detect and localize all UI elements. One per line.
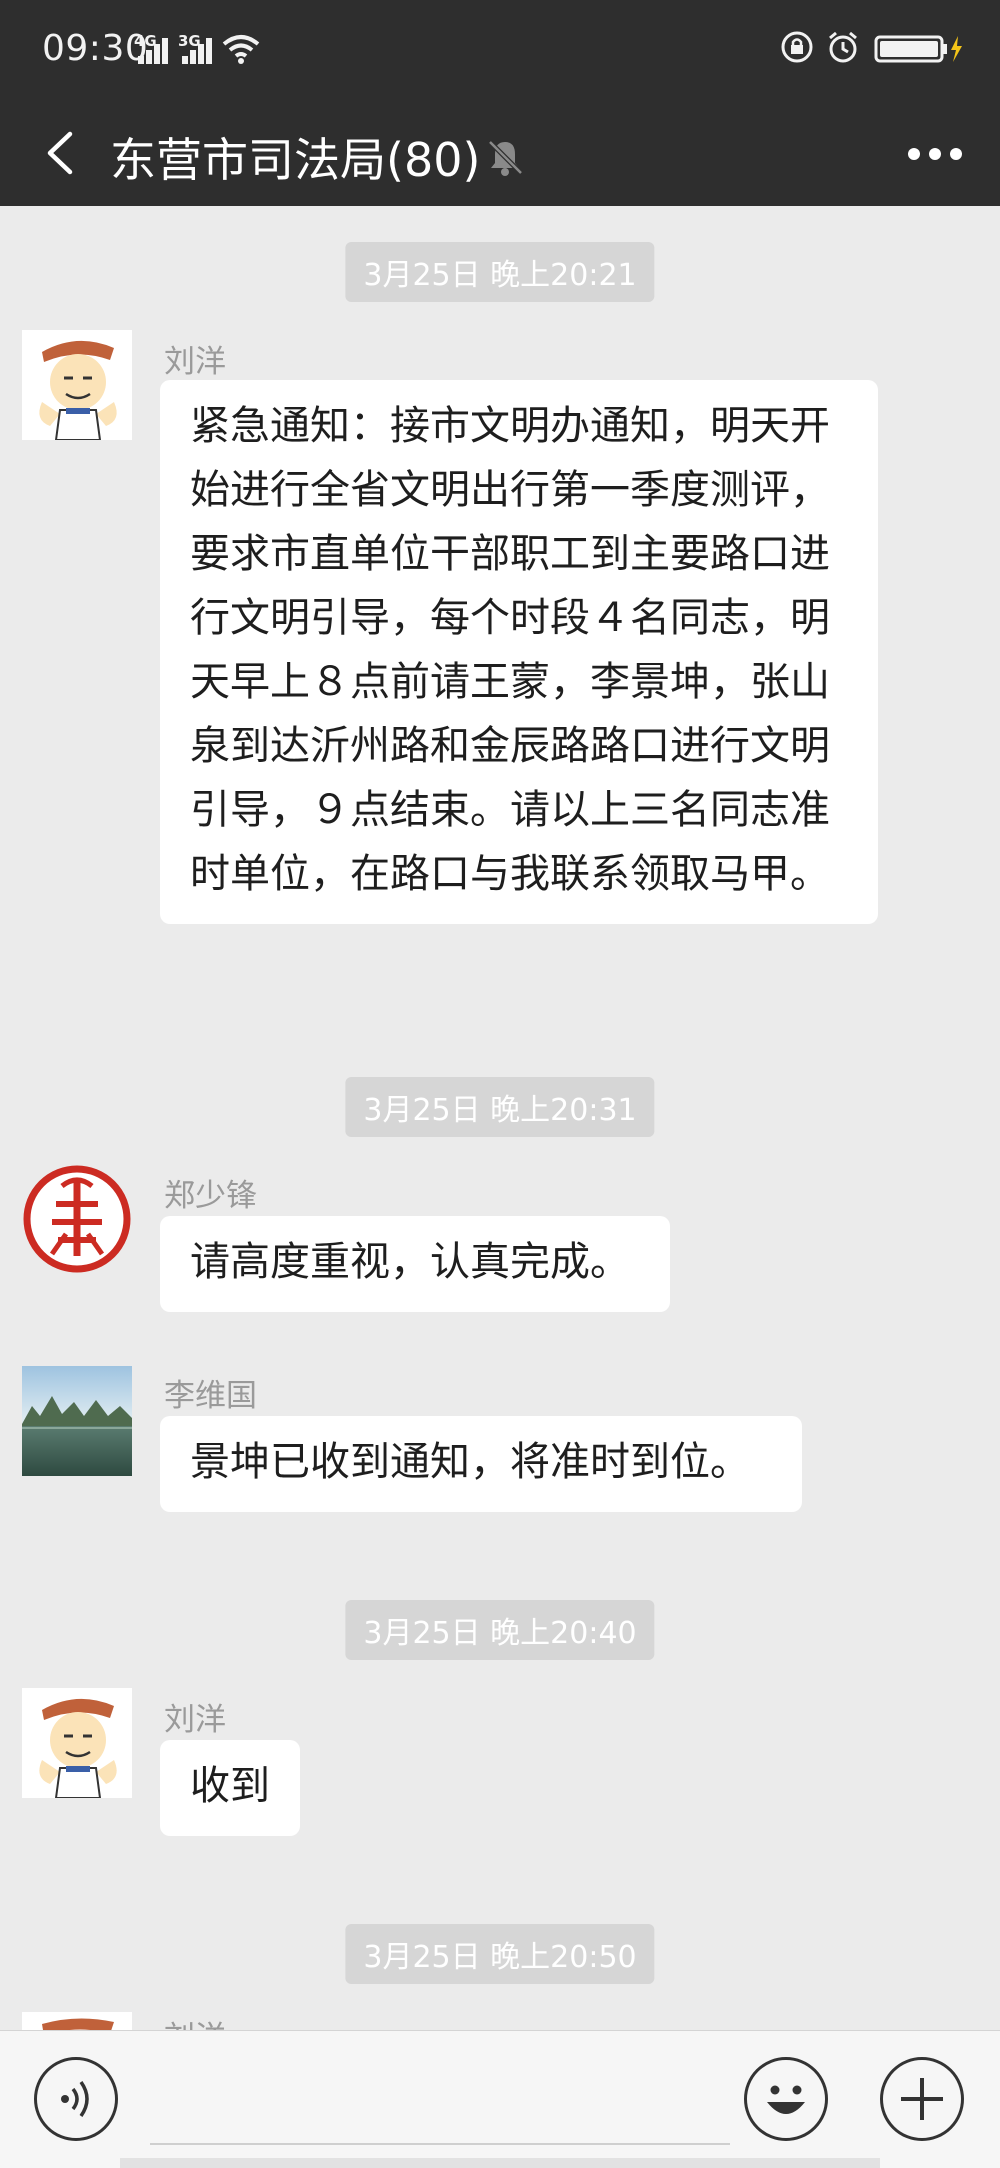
chat-header: 东营市司法局(80) (0, 100, 1000, 206)
avatar-liuyang[interactable] (22, 2012, 132, 2030)
message-text: 紧急通知：接市文明办通知，明天开始进行全省文明出行第一季度测评，要求市直单位干部… (190, 403, 830, 897)
sender-name: 刘洋 (164, 2012, 226, 2030)
sender-name: 郑少锋 (164, 1178, 257, 1214)
more-dots-icon[interactable] (908, 148, 962, 162)
avatar-liuyang[interactable] (22, 1688, 132, 1798)
sender-name: 刘洋 (164, 344, 226, 380)
message-bubble[interactable]: 景坤已收到通知，将准时到位。 (160, 1416, 802, 1512)
emoji-icon (767, 2085, 805, 2114)
sender-name: 李维国 (164, 1378, 257, 1414)
rotation-lock-icon (781, 31, 813, 63)
message-text: 请高度重视，认真完成。 (190, 1239, 630, 1285)
battery-icon (874, 35, 962, 63)
message-timestamp: 3月25日 晚上20:31 (345, 1077, 655, 1137)
avatar-liweiguo[interactable] (22, 1366, 132, 1476)
message-bubble[interactable]: 请高度重视，认真完成。 (160, 1216, 670, 1312)
plus-button[interactable] (880, 2057, 964, 2141)
message-timestamp: 3月25日 晚上20:50 (345, 1924, 655, 1984)
voice-icon (61, 2080, 89, 2118)
signal-icon-2 (178, 38, 214, 64)
avatar-zhengshaofeng[interactable] (22, 1164, 132, 1274)
avatar-liuyang[interactable] (22, 330, 132, 440)
signal-icon-1 (134, 38, 170, 64)
alarm-icon (829, 31, 857, 63)
wifi-icon (222, 35, 260, 64)
chat-title: 东营市司法局(80) (110, 133, 481, 187)
status-bar: 09:30 4G 3G (0, 0, 1000, 100)
input-bar (0, 2030, 1000, 2168)
message-text: 收到 (190, 1763, 270, 1809)
bell-off-icon (488, 140, 523, 176)
message-timestamp: 3月25日 晚上20:21 (345, 242, 655, 302)
message-text: 景坤已收到通知，将准时到位。 (190, 1439, 750, 1485)
emoji-button[interactable] (744, 2057, 828, 2141)
sender-name: 刘洋 (164, 1702, 226, 1738)
voice-button[interactable] (34, 2057, 118, 2141)
plus-icon (901, 2078, 943, 2120)
message-input[interactable] (150, 2143, 730, 2145)
chevron-left-icon[interactable] (38, 130, 84, 176)
message-bubble[interactable]: 紧急通知：接市文明办通知，明天开始进行全省文明出行第一季度测评，要求市直单位干部… (160, 380, 878, 924)
message-bubble[interactable]: 收到 (160, 1740, 300, 1836)
status-time: 09:30 (42, 28, 149, 69)
message-timestamp: 3月25日 晚上20:40 (345, 1600, 655, 1660)
